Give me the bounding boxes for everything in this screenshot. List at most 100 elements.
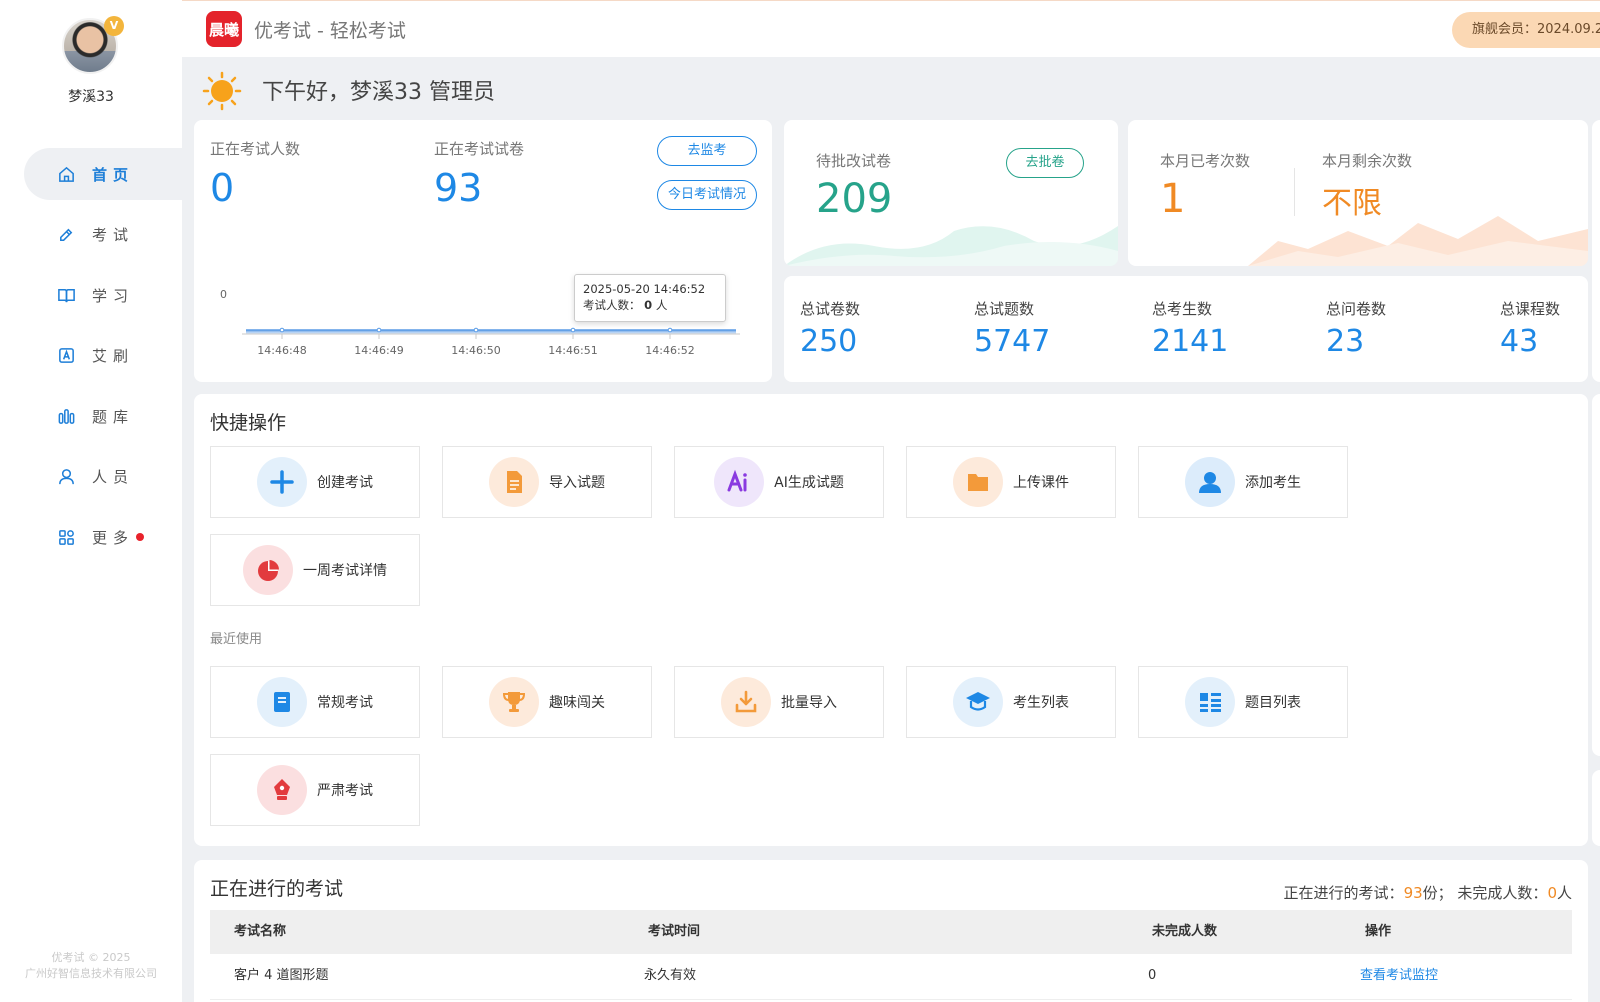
user-icon [56, 467, 76, 487]
membership-badge[interactable]: 旗舰会员：2024.09.2 [1452, 12, 1600, 48]
clipped-card-edge [1592, 770, 1600, 846]
sidebar-item-label: 考试 [92, 226, 135, 244]
summary-prefix: 正在进行的考试： [1283, 884, 1404, 902]
total-surveys-value: 23 [1326, 324, 1365, 359]
tooltip-row: 考试人数： 0 人 [583, 297, 717, 313]
exam-name-cell: 客户 4 道图形题 [234, 968, 329, 983]
y-tick-label: 0 [220, 288, 227, 301]
column-header: 未完成人数 [1152, 924, 1218, 939]
total-courses-label: 总课程数 [1500, 300, 1561, 318]
tile-label: 题目列表 [1245, 695, 1301, 711]
pen-nib-icon [257, 765, 307, 815]
tooltip-time: 2025-05-20 14:46:52 [583, 282, 706, 296]
apps-icon [56, 527, 76, 547]
data-point[interactable] [570, 327, 576, 333]
monthly-usage-card: 本月已考次数 1 本月剩余次数 不限 [1128, 120, 1588, 266]
live-people-label: 正在考试人数 [210, 140, 301, 158]
month-wave-decoration [1248, 216, 1588, 266]
tile-label: 添加考生 [1245, 475, 1301, 491]
ai-generate-tile[interactable]: AI生成试题 [674, 446, 884, 518]
pending-grading-card: 待批改试卷 209 去批卷 [784, 120, 1118, 266]
sidebar-item-exam[interactable]: 考试 [0, 209, 182, 261]
create-exam-tile[interactable]: 创建考试 [210, 446, 420, 518]
regular-exam-tile[interactable]: 常规考试 [210, 666, 420, 738]
vip-badge: V [104, 16, 124, 36]
running-exams-card: 正在进行的考试 正在进行的考试：93份； 未完成人数：0人 考试名称 考试时间 … [194, 860, 1588, 1002]
greeting-text: 下午好，梦溪33 管理员 [262, 80, 495, 105]
live-people-value: 0 [210, 166, 235, 210]
total-questions-label: 总试题数 [974, 300, 1035, 318]
tile-label: AI生成试题 [774, 475, 844, 491]
column-header: 操作 [1365, 924, 1392, 939]
import-questions-tile[interactable]: 导入试题 [442, 446, 652, 518]
sidebar-item-more[interactable]: 更多 [0, 511, 182, 563]
a-square-icon [56, 346, 76, 366]
batch-import-tile[interactable]: 批量导入 [674, 666, 884, 738]
summary-count: 93 [1403, 884, 1423, 902]
question-list-tile[interactable]: 题目列表 [1138, 666, 1348, 738]
monitor-button[interactable]: 去监考 [657, 136, 757, 166]
student-list-tile[interactable]: 考生列表 [906, 666, 1116, 738]
clipped-card-edge [1592, 120, 1600, 382]
sidebar-item-people[interactable]: 人员 [0, 451, 182, 503]
pending-label: 待批改试卷 [816, 152, 892, 170]
unfinished-cell: 0 [1148, 968, 1157, 983]
sidebar-nav: 首页 考试 学习 艾刷 题库 人员 更多 [0, 148, 182, 572]
column-header: 考试名称 [234, 924, 287, 939]
today-exams-button[interactable]: 今日考试情况 [657, 180, 757, 210]
data-point[interactable] [667, 327, 673, 333]
totals-card: 总试卷数 250 总试题数 5747 总考生数 2141 总问卷数 23 总课程… [784, 276, 1588, 382]
avatar[interactable]: V [62, 16, 124, 74]
total-papers-label: 总试卷数 [800, 300, 861, 318]
upload-courseware-tile[interactable]: 上传课件 [906, 446, 1116, 518]
sidebar-item-home[interactable]: 首页 [24, 148, 182, 200]
data-point[interactable] [473, 327, 479, 333]
book-icon [56, 285, 76, 305]
fun-challenge-tile[interactable]: 趣味闯关 [442, 666, 652, 738]
live-papers-value: 93 [434, 166, 483, 210]
tile-label: 严肃考试 [317, 783, 373, 799]
app-logo[interactable]: 晨曦 [206, 11, 242, 47]
total-surveys-label: 总问卷数 [1326, 300, 1387, 318]
column-header: 考试时间 [648, 924, 701, 939]
weekly-exam-detail-tile[interactable]: 一周考试详情 [210, 534, 420, 606]
ai-icon [714, 457, 765, 507]
tile-label: 导入试题 [549, 475, 605, 491]
sidebar-item-aishua[interactable]: 艾刷 [0, 330, 182, 382]
tile-label: 一周考试详情 [303, 563, 387, 579]
add-student-tile[interactable]: 添加考生 [1138, 446, 1348, 518]
view-monitor-link[interactable]: 查看考试监控 [1360, 954, 1438, 998]
trophy-icon [489, 677, 539, 727]
summary-mid: 份； 未完成人数： [1422, 884, 1548, 902]
grade-button[interactable]: 去批卷 [1006, 148, 1084, 178]
data-point[interactable] [279, 327, 285, 333]
total-students-label: 总考生数 [1152, 300, 1213, 318]
greeting-bar: 下午好，梦溪33 管理员 [202, 68, 495, 112]
sidebar-item-study[interactable]: 学习 [0, 269, 182, 321]
serious-exam-tile[interactable]: 严肃考试 [210, 754, 420, 826]
summary-unfinished: 0 [1547, 884, 1557, 902]
data-point[interactable] [376, 327, 382, 333]
month-left-value: 不限 [1322, 186, 1382, 221]
x-tick-label: 14:46:52 [645, 344, 694, 357]
sidebar-item-label: 更多 [92, 528, 135, 547]
clipped-card-edge [1592, 394, 1600, 756]
pie-icon [243, 545, 293, 595]
sidebar-item-bank[interactable]: 题库 [0, 390, 182, 442]
person-icon [1185, 457, 1235, 507]
live-papers-label: 正在考试试卷 [434, 140, 525, 158]
tooltip-unit: 人 [655, 298, 668, 312]
tile-label: 创建考试 [317, 475, 373, 491]
exam-sheet-icon [257, 677, 307, 727]
graduation-cap-icon [953, 677, 1003, 727]
sidebar: V 梦溪33 首页 考试 学习 艾刷 题库 人员 更多 优考试 © 2025 广… [0, 0, 182, 1002]
folder-icon [953, 457, 1003, 507]
tooltip-value: 0 [644, 298, 653, 312]
total-courses-value: 43 [1500, 324, 1539, 359]
divider [1294, 168, 1295, 216]
download-icon [721, 677, 771, 727]
list-icon [1185, 677, 1235, 727]
month-left-label: 本月剩余次数 [1322, 152, 1413, 170]
month-done-value: 1 [1160, 176, 1186, 222]
exam-time-cell: 永久有效 [644, 968, 697, 983]
